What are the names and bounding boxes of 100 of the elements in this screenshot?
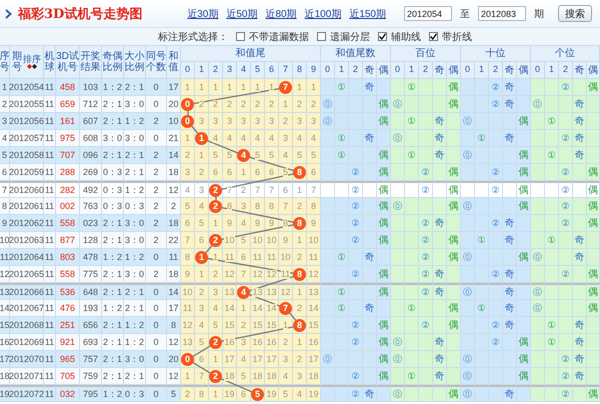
- table-cell: 5: [167, 385, 181, 402]
- table-cell: 5: [212, 320, 218, 330]
- table-cell: 2012055: [10, 96, 44, 113]
- table-cell: 12: [0, 266, 10, 283]
- table-cell: [545, 368, 559, 385]
- table-cell: 2：1: [124, 300, 146, 317]
- table-cell: 3: [268, 116, 274, 126]
- table-cell: 7: [282, 202, 288, 210]
- table-cell: 1：2: [102, 300, 124, 317]
- table-cell: ②: [419, 232, 433, 249]
- checkbox[interactable]: [429, 32, 438, 41]
- table-cell: [335, 164, 349, 181]
- table-cell: 7: [310, 186, 316, 194]
- table-cell: 5: [254, 150, 260, 160]
- table-cell: 7: [240, 270, 246, 278]
- start-period-field[interactable]: 2012054: [404, 6, 452, 21]
- number-ball: 0: [181, 352, 194, 366]
- table-cell: ②: [349, 317, 363, 334]
- table-cell: 偶: [587, 79, 600, 96]
- table-cell: 偶: [517, 249, 531, 266]
- table-cell: ⓪: [321, 351, 335, 368]
- table-cell: 478: [80, 249, 102, 266]
- table-cell: [489, 368, 503, 385]
- table-cell: 128: [80, 232, 102, 249]
- table-cell: 1: [296, 288, 302, 296]
- table-cell: 0: [146, 96, 167, 113]
- table-cell: 17: [266, 354, 276, 364]
- table-cell: 奇: [573, 317, 587, 334]
- end-period-field[interactable]: 2012083: [478, 6, 526, 21]
- table-cell: 0：3: [102, 181, 124, 198]
- table-cell: 6: [0, 164, 10, 181]
- table-cell: 975: [56, 130, 80, 147]
- table-cell: 4: [0, 130, 10, 147]
- period-link[interactable]: 近30期: [187, 6, 218, 20]
- table-cell: 6: [240, 252, 246, 262]
- table-cell: 1: [240, 82, 246, 92]
- table-cell: 偶: [517, 334, 531, 351]
- table-cell: 2012068: [10, 317, 44, 334]
- table-cell: 偶: [587, 266, 600, 283]
- table-cell: 648: [80, 283, 102, 300]
- table-cell: [531, 334, 545, 351]
- table-cell: 6: [282, 186, 288, 194]
- table-cell: 2012063: [10, 232, 44, 249]
- table-cell: 2012059: [10, 164, 44, 181]
- table-cell: 2012067: [10, 300, 44, 317]
- checkbox[interactable]: [317, 32, 326, 41]
- table-cell: 2012061: [10, 198, 44, 215]
- table-cell: 8: [167, 317, 181, 334]
- period-link[interactable]: 近80期: [266, 6, 297, 20]
- table-cell: 1: [282, 320, 288, 330]
- table-cell: 2: [226, 100, 232, 108]
- period-link[interactable]: 近150期: [349, 6, 386, 20]
- table-cell: ②: [559, 198, 573, 215]
- table-cell: 4: [226, 134, 232, 142]
- period-link[interactable]: 近100期: [304, 6, 342, 20]
- table-cell: [419, 147, 433, 164]
- table-cell: [447, 351, 461, 368]
- table-cell: 偶: [517, 351, 531, 368]
- checkbox[interactable]: [378, 32, 387, 41]
- table-cell: 偶: [587, 283, 600, 300]
- search-button[interactable]: 搜索: [558, 5, 592, 22]
- table-cell: 161: [56, 113, 80, 130]
- table-cell: [391, 317, 405, 334]
- table-cell: 偶: [517, 164, 531, 181]
- table-cell: 奇: [433, 334, 447, 351]
- period-link[interactable]: 近50期: [226, 6, 258, 20]
- table-cell: [363, 198, 377, 215]
- checkbox[interactable]: [236, 32, 245, 41]
- table-cell: ②: [559, 130, 573, 147]
- table-cell: 偶: [377, 283, 391, 300]
- table-cell: 4: [310, 134, 316, 142]
- table-cell: 2: [282, 116, 288, 126]
- table-cell: 7: [226, 186, 232, 194]
- table-cell: 奇: [363, 385, 377, 402]
- table-cell: 921: [56, 334, 80, 351]
- table-cell: [335, 266, 349, 283]
- group-header: 百位: [391, 46, 461, 62]
- table-cell: 11: [280, 270, 290, 278]
- table-cell: 1: [296, 82, 302, 92]
- table-cell: 17: [224, 354, 234, 364]
- table-cell: ①: [475, 300, 489, 317]
- table-cell: [531, 232, 545, 249]
- table-cell: 6: [184, 218, 190, 228]
- table-cell: 奇: [433, 351, 447, 368]
- table-cell: 偶: [587, 181, 600, 198]
- table-cell: [559, 317, 573, 334]
- table-cell: [405, 385, 419, 402]
- table-cell: ②: [419, 249, 433, 266]
- table-cell: 偶: [377, 232, 391, 249]
- table-cell: 偶: [377, 215, 391, 232]
- table-cell: ⓪: [461, 249, 475, 266]
- table-cell: [545, 198, 559, 215]
- table-cell: 877: [56, 232, 80, 249]
- table-cell: 13: [0, 283, 10, 300]
- table-cell: 19: [266, 390, 276, 398]
- table-cell: [517, 130, 531, 147]
- table-cell: 9: [0, 215, 10, 232]
- table-cell: 14: [167, 147, 181, 164]
- table-cell: 803: [56, 249, 80, 266]
- number-ball: 1: [195, 250, 208, 264]
